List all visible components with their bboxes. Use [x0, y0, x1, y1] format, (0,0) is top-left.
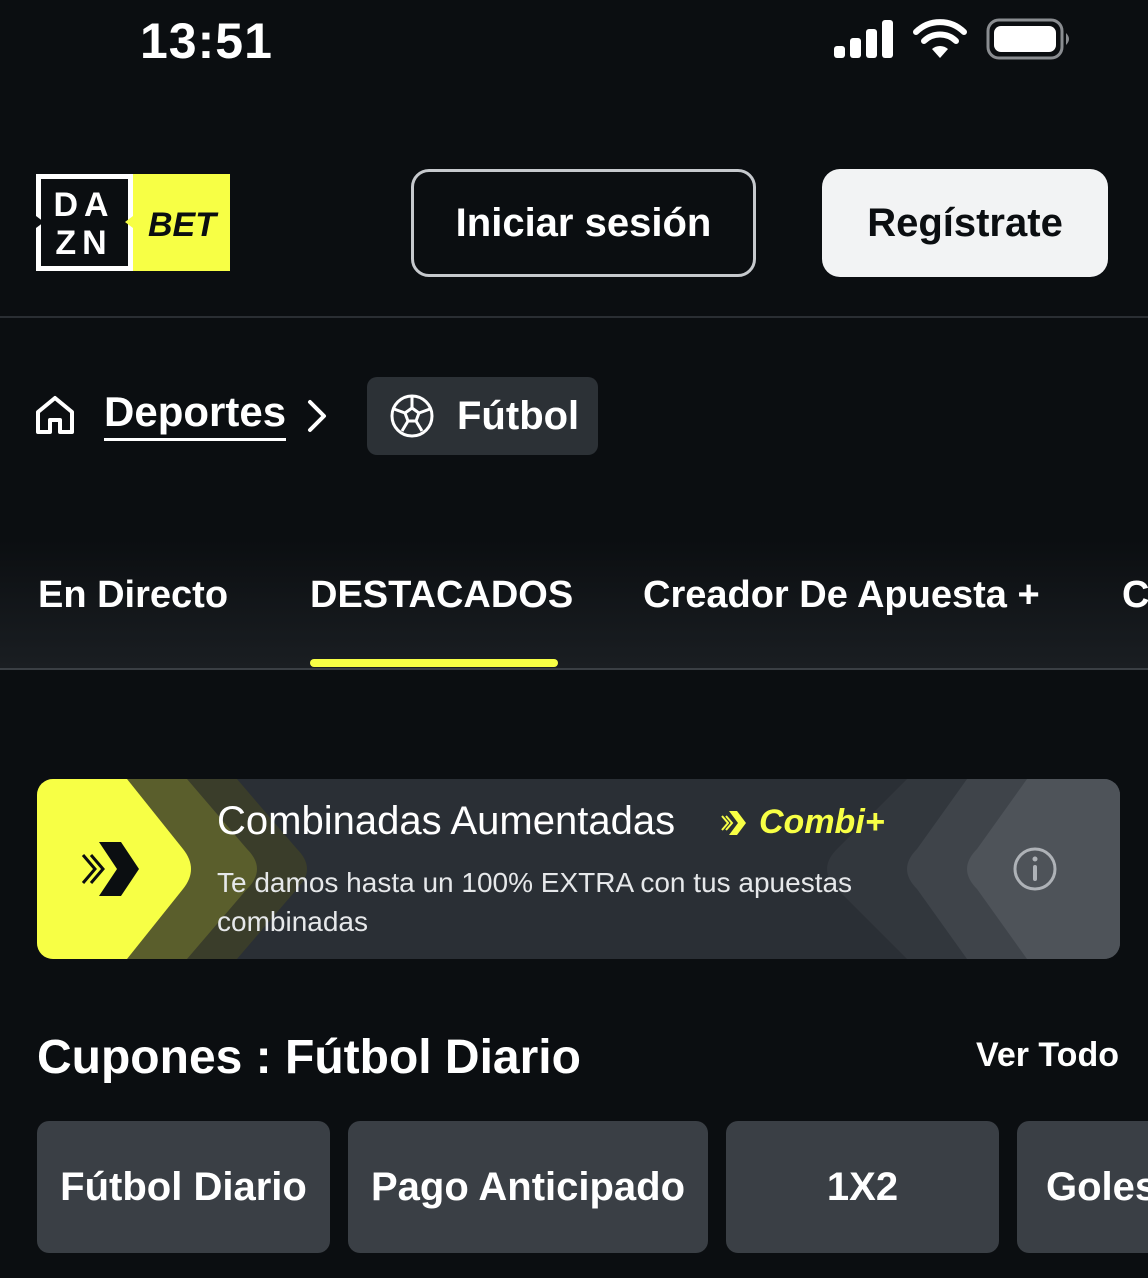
tab-partial[interactable]: C — [1122, 574, 1148, 617]
promo-brand: Combi+ — [721, 803, 885, 842]
register-button[interactable]: Regístrate — [822, 169, 1108, 277]
logo-text-top: DA — [53, 186, 114, 224]
tab-en-directo[interactable]: En Directo — [38, 574, 228, 617]
chevron-right-icon — [308, 400, 326, 432]
promo-brand-label: Combi+ — [759, 803, 885, 841]
chip-pago-anticipado[interactable]: Pago Anticipado — [348, 1121, 708, 1253]
logo-text-bet: BET — [148, 206, 219, 244]
wifi-icon — [913, 19, 967, 58]
login-button[interactable]: Iniciar sesión — [411, 169, 756, 277]
promo-title: Combinadas Aumentadas — [217, 799, 676, 843]
tab-destacados[interactable]: DESTACADOS — [310, 574, 573, 617]
cellular-signal-icon — [834, 20, 893, 58]
status-time: 13:51 — [140, 13, 273, 69]
chip-1x2[interactable]: 1X2 — [726, 1121, 999, 1253]
battery-icon — [986, 18, 1069, 60]
logo-text-bottom: ZN — [55, 224, 112, 262]
breadcrumb-link-deportes[interactable]: Deportes — [104, 388, 287, 441]
promo-banner[interactable]: Combinadas Aumentadas Combi+ Te damos ha… — [37, 779, 1120, 959]
info-icon[interactable] — [1011, 845, 1059, 893]
see-all-link[interactable]: Ver Todo — [976, 1036, 1119, 1075]
combi-plus-icon — [721, 810, 746, 835]
breadcrumb-current-futbol[interactable]: Fútbol — [367, 377, 598, 455]
breadcrumb-current-label: Fútbol — [457, 393, 580, 438]
home-icon[interactable] — [34, 394, 76, 436]
soccer-ball-icon — [390, 394, 434, 438]
tab-bar: En Directo DESTACADOS Creador De Apuesta… — [0, 540, 1148, 670]
status-bar: 13:51 — [0, 0, 1148, 84]
dazn-bet-logo[interactable]: DA ZN BET — [36, 174, 230, 271]
chip-futbol-diario[interactable]: Fútbol Diario — [37, 1121, 330, 1253]
section-title: Cupones : Fútbol Diario — [37, 1031, 581, 1084]
breadcrumb: Deportes Fútbol — [0, 376, 1148, 456]
app-header: DA ZN BET Iniciar sesión Regístrate — [0, 150, 1148, 318]
promo-description: Te damos hasta un 100% EXTRA con tus apu… — [217, 867, 853, 937]
active-tab-indicator — [310, 659, 558, 667]
chip-goles[interactable]: Goles — [1017, 1121, 1148, 1253]
tab-creador-de-apuesta[interactable]: Creador De Apuesta + — [643, 574, 1040, 617]
